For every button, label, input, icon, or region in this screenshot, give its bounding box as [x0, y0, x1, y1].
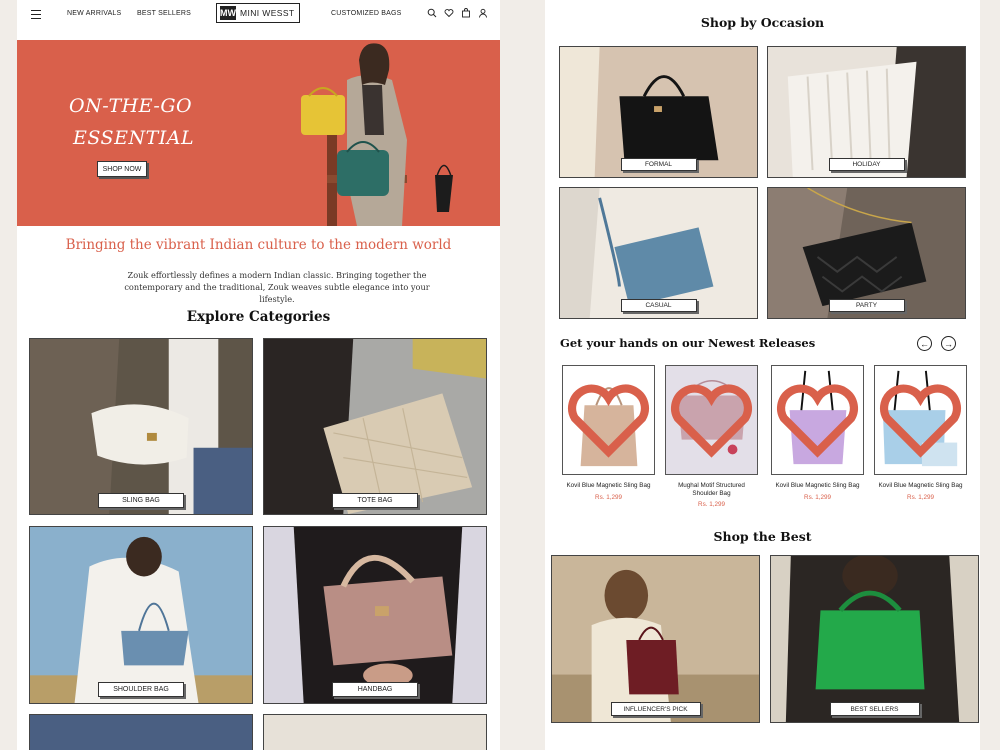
occasion-label: PARTY: [828, 299, 905, 312]
occasion-label: HOLIDAY: [828, 158, 905, 171]
category-sling-bag[interactable]: SLING BAG: [29, 338, 253, 515]
product-image: [665, 365, 758, 475]
product-card[interactable]: Mughal Motif Structured Shoulder Bag Rs.…: [665, 365, 758, 508]
top-nav: NEW ARRIVALS BEST SELLERS MW MINI WESST …: [17, 0, 500, 30]
product-image: [562, 365, 655, 475]
bag-icon[interactable]: [461, 8, 471, 18]
occasion-casual[interactable]: CASUAL: [559, 187, 758, 319]
occasion-label: FORMAL: [620, 158, 697, 171]
shop-the-best-title: Shop the Best: [713, 529, 812, 544]
homepage-right: Shop by Occasion FORMAL HOLIDAY CASUAL P…: [545, 0, 980, 750]
product-name[interactable]: Kovil Blue Magnetic Sling Bag: [562, 482, 655, 490]
best-influencers-pick[interactable]: INFLUENCER'S PICK: [551, 555, 760, 723]
category-handbag[interactable]: HANDBAG: [263, 526, 487, 704]
product-price: Rs. 1,299: [804, 493, 831, 501]
best-label: INFLUENCER'S PICK: [610, 702, 701, 716]
wishlist-heart-icon[interactable]: [875, 366, 966, 474]
shop-by-occasion-title: Shop by Occasion: [700, 15, 825, 30]
nav-new-arrivals[interactable]: NEW ARRIVALS: [67, 10, 121, 17]
logo-mark: MW: [220, 6, 236, 20]
best-sellers-tile[interactable]: BEST SELLERS: [770, 555, 979, 723]
sling-bag-image: [30, 339, 252, 514]
product-name[interactable]: Kovil Blue Magnetic Sling Bag: [874, 482, 967, 490]
category-tote-bag[interactable]: TOTE BAG: [263, 338, 487, 515]
occasion-holiday[interactable]: HOLIDAY: [767, 46, 966, 178]
explore-categories-title: Explore Categories: [186, 309, 331, 325]
occasion-label: CASUAL: [620, 299, 697, 312]
category-label: HANDBAG: [332, 682, 418, 697]
nav-customized-bags[interactable]: CUSTOMIZED BAGS: [331, 10, 402, 17]
product-price: Rs. 1,299: [595, 493, 622, 501]
newest-releases-title: Get your hands on our Newest Releases: [560, 336, 816, 350]
product-card[interactable]: Kovil Blue Magnetic Sling Bag Rs. 1,299: [874, 365, 967, 501]
product-image: [771, 365, 864, 475]
arrow-left-icon[interactable]: ←: [917, 336, 932, 351]
nav-best-sellers[interactable]: BEST SELLERS: [137, 10, 191, 17]
influencers-pick-image: [552, 556, 759, 722]
category-label: SHOULDER BAG: [98, 682, 184, 697]
handbag-image: [264, 527, 486, 703]
hero-headline: ON-THE-GO ESSENTIAL: [69, 90, 194, 154]
product-card[interactable]: Kovil Blue Magnetic Sling Bag Rs. 1,299: [562, 365, 655, 501]
category-tile-partial[interactable]: [263, 714, 487, 750]
category-label: SLING BAG: [98, 493, 184, 508]
product-name[interactable]: Kovil Blue Magnetic Sling Bag: [771, 482, 864, 490]
product-image: [874, 365, 967, 475]
occasion-party[interactable]: PARTY: [767, 187, 966, 319]
arrow-right-icon[interactable]: →: [941, 336, 956, 351]
heart-icon[interactable]: [444, 8, 454, 18]
menu-icon[interactable]: [31, 10, 41, 19]
hero-banner: ON-THE-GO ESSENTIAL SHOP NOW: [17, 40, 500, 226]
nav-icons: [427, 8, 488, 18]
search-icon[interactable]: [427, 8, 437, 18]
best-label: BEST SELLERS: [829, 702, 920, 716]
shop-now-button[interactable]: SHOP NOW: [97, 161, 147, 177]
logo[interactable]: MW MINI WESST: [216, 3, 300, 23]
wishlist-heart-icon[interactable]: [563, 366, 654, 474]
homepage-left: NEW ARRIVALS BEST SELLERS MW MINI WESST …: [17, 0, 500, 750]
hero-model-image: [301, 43, 453, 226]
hero-line-1: ON-THE-GO: [69, 95, 193, 117]
tagline: Bringing the vibrant Indian culture to t…: [65, 237, 452, 253]
tote-bag-image: [264, 339, 486, 514]
category-shoulder-bag[interactable]: SHOULDER BAG: [29, 526, 253, 704]
brand-description: Zouk effortlessly defines a modern India…: [124, 270, 430, 304]
category-tile-partial[interactable]: [29, 714, 253, 750]
shoulder-bag-image: [30, 527, 252, 703]
occasion-formal[interactable]: FORMAL: [559, 46, 758, 178]
hero-line-2: ESSENTIAL: [73, 127, 195, 149]
product-name[interactable]: Mughal Motif Structured Shoulder Bag: [665, 482, 758, 497]
wishlist-heart-icon[interactable]: [772, 366, 863, 474]
logo-text: MINI WESST: [240, 8, 295, 18]
category-label: TOTE BAG: [332, 493, 418, 508]
user-icon[interactable]: [478, 8, 488, 18]
product-price: Rs. 1,299: [907, 493, 934, 501]
wishlist-heart-icon[interactable]: [666, 366, 757, 474]
product-price: Rs. 1,299: [698, 501, 725, 508]
best-sellers-image: [771, 556, 978, 722]
product-card[interactable]: Kovil Blue Magnetic Sling Bag Rs. 1,299: [771, 365, 864, 501]
